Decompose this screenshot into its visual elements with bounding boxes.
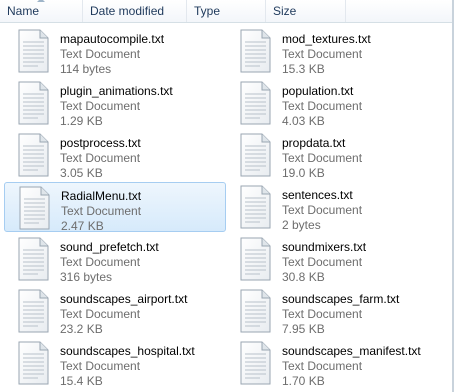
file-type: Text Document (282, 307, 363, 321)
file-type: Text Document (60, 359, 141, 373)
file-size: 23.2 KB (60, 322, 103, 336)
file-tile-grid: mapautocompile.txt Text Document 114 bytes… (0, 23, 454, 392)
file-type: Text Document (282, 203, 363, 217)
file-type: Text Document (282, 359, 363, 373)
text-document-icon (13, 28, 53, 74)
file-name: soundscapes_manifest.txt (282, 344, 421, 358)
file-type: Text Document (60, 255, 141, 269)
file-name: propdata.txt (282, 136, 346, 150)
column-header-name-label: Name (7, 4, 40, 18)
column-header-size[interactable]: Size (266, 0, 346, 22)
text-document-icon (13, 132, 53, 178)
column-header-type-label: Type (194, 4, 221, 18)
file-name: sound_prefetch.txt (60, 240, 159, 254)
file-name: plugin_animations.txt (60, 84, 173, 98)
column-header-date-modified-label: Date modified (90, 4, 165, 18)
column-header-size-label: Size (273, 4, 297, 18)
text-document-icon (235, 288, 275, 334)
text-document-icon (13, 288, 53, 334)
file-name: mapautocompile.txt (60, 32, 165, 46)
text-document-icon (235, 340, 275, 386)
sort-ascending-icon (37, 0, 45, 2)
file-size: 4.03 KB (282, 114, 325, 128)
file-size: 2 bytes (282, 218, 321, 232)
text-document-icon (235, 28, 275, 74)
file-name: RadialMenu.txt (61, 189, 142, 203)
file-type: Text Document (282, 255, 363, 269)
column-header-type[interactable]: Type (187, 0, 266, 22)
file-type: Text Document (282, 99, 363, 113)
file-type: Text Document (60, 151, 141, 165)
file-tile[interactable]: plugin_animations.txt Text Document 1.29 K… (4, 78, 226, 128)
file-size: 19.0 KB (282, 166, 325, 180)
file-type: Text Document (60, 47, 141, 61)
file-name: soundscapes_farm.txt (282, 292, 400, 306)
file-type: Text Document (282, 151, 363, 165)
file-tile[interactable]: soundscapes_hospital.txt Text Document 15.… (4, 338, 226, 388)
column-header-date-modified[interactable]: Date modified (83, 0, 187, 22)
file-size: 1.70 KB (282, 374, 325, 388)
text-document-icon (14, 185, 54, 231)
file-tile[interactable]: postprocess.txt Text Document 3.05 KB (4, 130, 226, 180)
file-tile[interactable]: sentences.txt Text Document 2 bytes (226, 182, 448, 232)
file-size: 1.29 KB (60, 114, 103, 128)
column-header-name[interactable]: Name (0, 0, 83, 22)
file-tile[interactable]: propdata.txt Text Document 19.0 KB (226, 130, 448, 180)
file-tile[interactable]: soundscapes_airport.txt Text Document 23.2… (4, 286, 226, 336)
file-name: postprocess.txt (60, 136, 141, 150)
file-type: Text Document (60, 99, 141, 113)
file-name: mod_textures.txt (282, 32, 371, 46)
file-size: 15.3 KB (282, 62, 325, 76)
text-document-icon (13, 340, 53, 386)
file-size: 114 bytes (60, 62, 112, 76)
text-document-icon (13, 236, 53, 282)
file-tile[interactable]: population.txt Text Document 4.03 KB (226, 78, 448, 128)
file-name: sentences.txt (282, 188, 353, 202)
file-size: 7.95 KB (282, 322, 325, 336)
text-document-icon (13, 80, 53, 126)
file-size: 2.47 KB (61, 219, 104, 233)
file-tile[interactable]: soundscapes_manifest.txt Text Document 1.7… (226, 338, 448, 388)
text-document-icon (235, 236, 275, 282)
file-type: Text Document (61, 204, 142, 218)
file-tile[interactable]: soundmixers.txt Text Document 30.8 KB (226, 234, 448, 284)
text-document-icon (235, 184, 275, 230)
file-size: 30.8 KB (282, 270, 325, 284)
file-tile[interactable]: soundscapes_farm.txt Text Document 7.95 KB (226, 286, 448, 336)
file-tile[interactable]: sound_prefetch.txt Text Document 316 bytes (4, 234, 226, 284)
file-name: soundscapes_airport.txt (60, 292, 188, 306)
file-tile[interactable]: RadialMenu.txt Text Document 2.47 KB (4, 182, 226, 233)
file-tile[interactable]: mod_textures.txt Text Document 15.3 KB (226, 26, 448, 76)
file-name: soundscapes_hospital.txt (60, 344, 195, 358)
text-document-icon (235, 132, 275, 178)
file-size: 316 bytes (60, 270, 113, 284)
file-name: population.txt (282, 84, 354, 98)
file-type: Text Document (60, 307, 141, 321)
file-tile[interactable]: mapautocompile.txt Text Document 114 bytes (4, 26, 226, 76)
file-type: Text Document (282, 47, 363, 61)
column-header-bar: Name Date modified Type Size (0, 0, 454, 23)
text-document-icon (235, 80, 275, 126)
file-name: soundmixers.txt (282, 240, 367, 254)
file-size: 15.4 KB (60, 374, 103, 388)
file-size: 3.05 KB (60, 166, 103, 180)
